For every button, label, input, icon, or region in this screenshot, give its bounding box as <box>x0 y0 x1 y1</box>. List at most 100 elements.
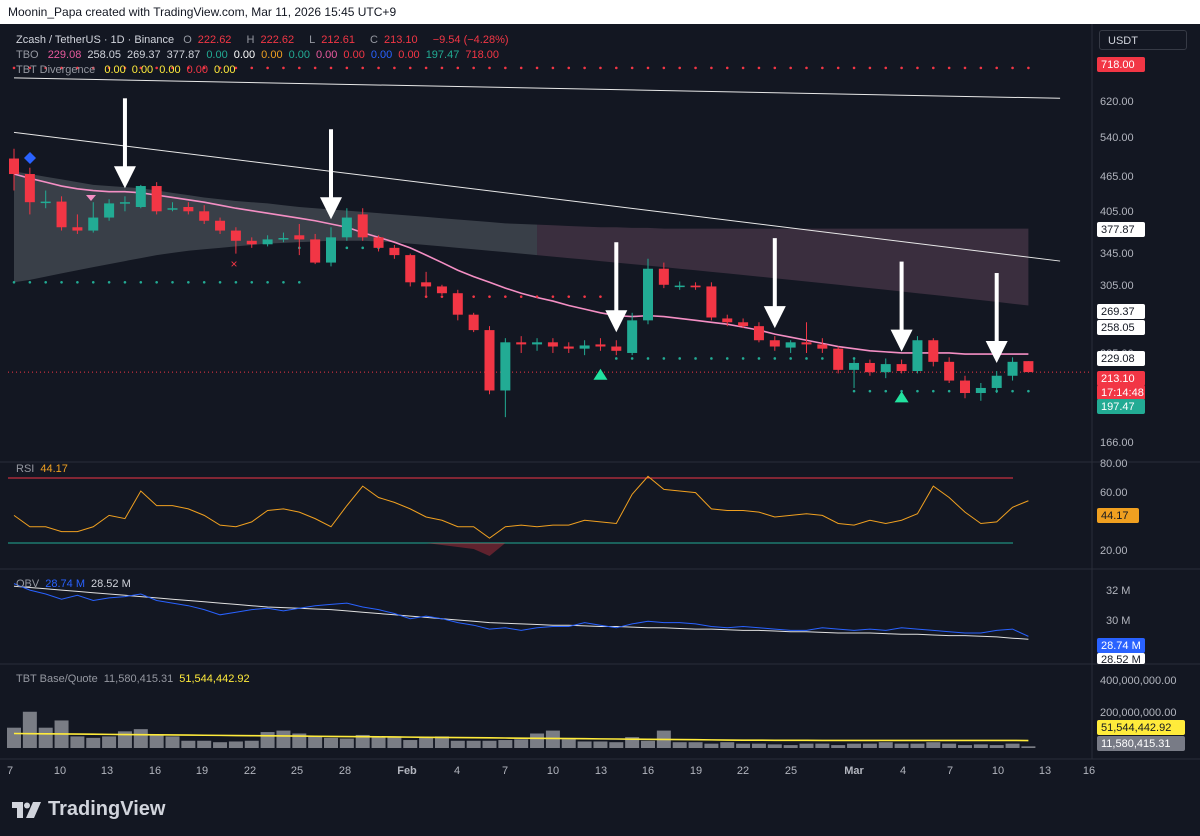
rsi-label: RSI <box>16 463 35 475</box>
basequote-legend[interactable]: TBT Base/Quote 11,580,415.31 51,544,442.92 <box>16 673 256 685</box>
candle <box>579 340 590 356</box>
candle-body <box>246 240 257 245</box>
support-dot <box>28 281 32 284</box>
volume-bar <box>22 711 37 748</box>
price-badge-text: 258.05 <box>1101 322 1135 334</box>
volume-bar <box>847 743 862 748</box>
support-dot <box>615 357 618 360</box>
candle-body <box>960 380 970 394</box>
candle-body <box>611 346 622 351</box>
candle-body <box>896 364 907 372</box>
candle-body <box>658 268 669 285</box>
candle-body <box>389 247 400 256</box>
tbo-value: 0.00 <box>206 49 228 61</box>
resistance-dot <box>313 66 317 70</box>
candle <box>753 322 764 343</box>
tbo-value: 0.00 <box>233 49 256 61</box>
rsi-tick-label: 20.00 <box>1100 545 1128 557</box>
price-badge-text: 269.37 <box>1101 306 1135 318</box>
resistance-dot <box>662 66 666 70</box>
volume-bar <box>688 742 703 748</box>
volume-bar <box>958 745 972 748</box>
resistance-dot <box>1011 66 1014 70</box>
arrow-shaft <box>329 129 333 200</box>
divergence-legend[interactable]: TBT Divergence 0.00 0.00 0.00 0.00 0.00 <box>16 64 241 76</box>
obv-tick-label: 32 M <box>1106 585 1130 597</box>
grid <box>0 24 1200 760</box>
candle-body <box>785 342 796 348</box>
volume-bar <box>308 736 323 748</box>
support-dot <box>361 246 365 250</box>
volume-bar <box>751 743 766 748</box>
chart-canvas[interactable]: × 620.00 540.00 465.00 405.00 345.00 305.00 22… <box>0 24 1200 782</box>
attribution-caption: Moonin_Papa created with TradingView.com… <box>8 5 397 19</box>
x-axis-label: 4 <box>454 765 460 777</box>
candle-body <box>532 342 543 345</box>
volume-bar <box>403 740 418 748</box>
price-tick-label: 305.00 <box>1100 280 1134 292</box>
annotation-arrow-down <box>320 129 342 220</box>
resistance-dot <box>757 66 761 70</box>
resistance-dot <box>916 66 919 70</box>
support-dot <box>1011 389 1014 393</box>
arrow-shaft <box>772 238 777 309</box>
obv-badge: 28.52 M <box>1097 653 1145 666</box>
candle-body <box>706 286 717 318</box>
volume-bar <box>244 740 259 748</box>
tradingview-logo[interactable]: TradingView <box>12 798 165 821</box>
price-badge: 269.37 <box>1097 304 1145 319</box>
support-dot <box>646 357 650 360</box>
currency-button[interactable]: USDT <box>1099 30 1187 50</box>
support-dot <box>202 281 206 284</box>
x-axis-label: 4 <box>900 765 906 777</box>
volume-bar <box>831 745 846 748</box>
price-badge: 718.00 <box>1097 57 1145 72</box>
resistance-dot <box>519 295 523 298</box>
price-tick-label: 540.00 <box>1100 132 1134 144</box>
tbo-legend[interactable]: TBO 229.08 258.05 269.37 377.87 0.00 0.00 0.00… <box>16 49 505 61</box>
candle-body <box>326 237 336 263</box>
candle-body <box>563 346 574 349</box>
volume-bar <box>1005 743 1020 748</box>
obv-legend[interactable]: OBV 28.74 M 28.52 M <box>16 578 137 590</box>
volume-bar <box>450 740 465 748</box>
price-badge-text: 197.47 <box>1101 401 1135 413</box>
support-dot <box>789 357 792 360</box>
price-tick-label: 166.00 <box>1100 437 1134 449</box>
x-axis-label: 7 <box>7 765 13 777</box>
candle-body <box>944 361 955 381</box>
support-dot <box>630 357 634 360</box>
basequote-label: TBT Base/Quote <box>16 673 98 685</box>
candle-body <box>167 208 178 210</box>
tradingview-icon <box>12 801 41 818</box>
price-badge-text: 229.08 <box>1101 353 1135 365</box>
rsi-badge: 44.17 <box>1097 508 1139 523</box>
candle-body <box>310 239 321 263</box>
candle <box>833 346 844 374</box>
symbol-legend[interactable]: Zcash / TetherUS · 1D · Binance O 222.62 … <box>16 34 515 46</box>
rsi-legend[interactable]: RSI 44.17 <box>16 463 74 475</box>
volume-bar <box>260 732 275 748</box>
volume-bar <box>593 741 608 748</box>
resistance-dot <box>947 66 951 70</box>
candle <box>468 312 479 333</box>
volume-bar <box>102 736 117 748</box>
x-axis-label: 22 <box>244 765 256 777</box>
candle <box>896 359 907 374</box>
resistance-dot <box>900 66 903 70</box>
resistance-dot <box>630 66 634 70</box>
candle-body <box>215 220 226 231</box>
x-axis-label: 19 <box>196 765 208 777</box>
support-dot <box>932 389 935 393</box>
tbo-label: TBO <box>16 49 39 61</box>
resistance-dot <box>440 295 444 298</box>
candle-body <box>104 203 115 218</box>
candle-body <box>341 217 352 238</box>
basequote-value-1: 11,580,415.31 <box>103 673 174 685</box>
resistance-dot <box>535 66 539 70</box>
volume-bar <box>498 740 513 748</box>
volume-bar <box>276 730 291 748</box>
candle-body <box>119 202 130 204</box>
candle <box>135 184 146 209</box>
volume-bar <box>133 729 148 748</box>
